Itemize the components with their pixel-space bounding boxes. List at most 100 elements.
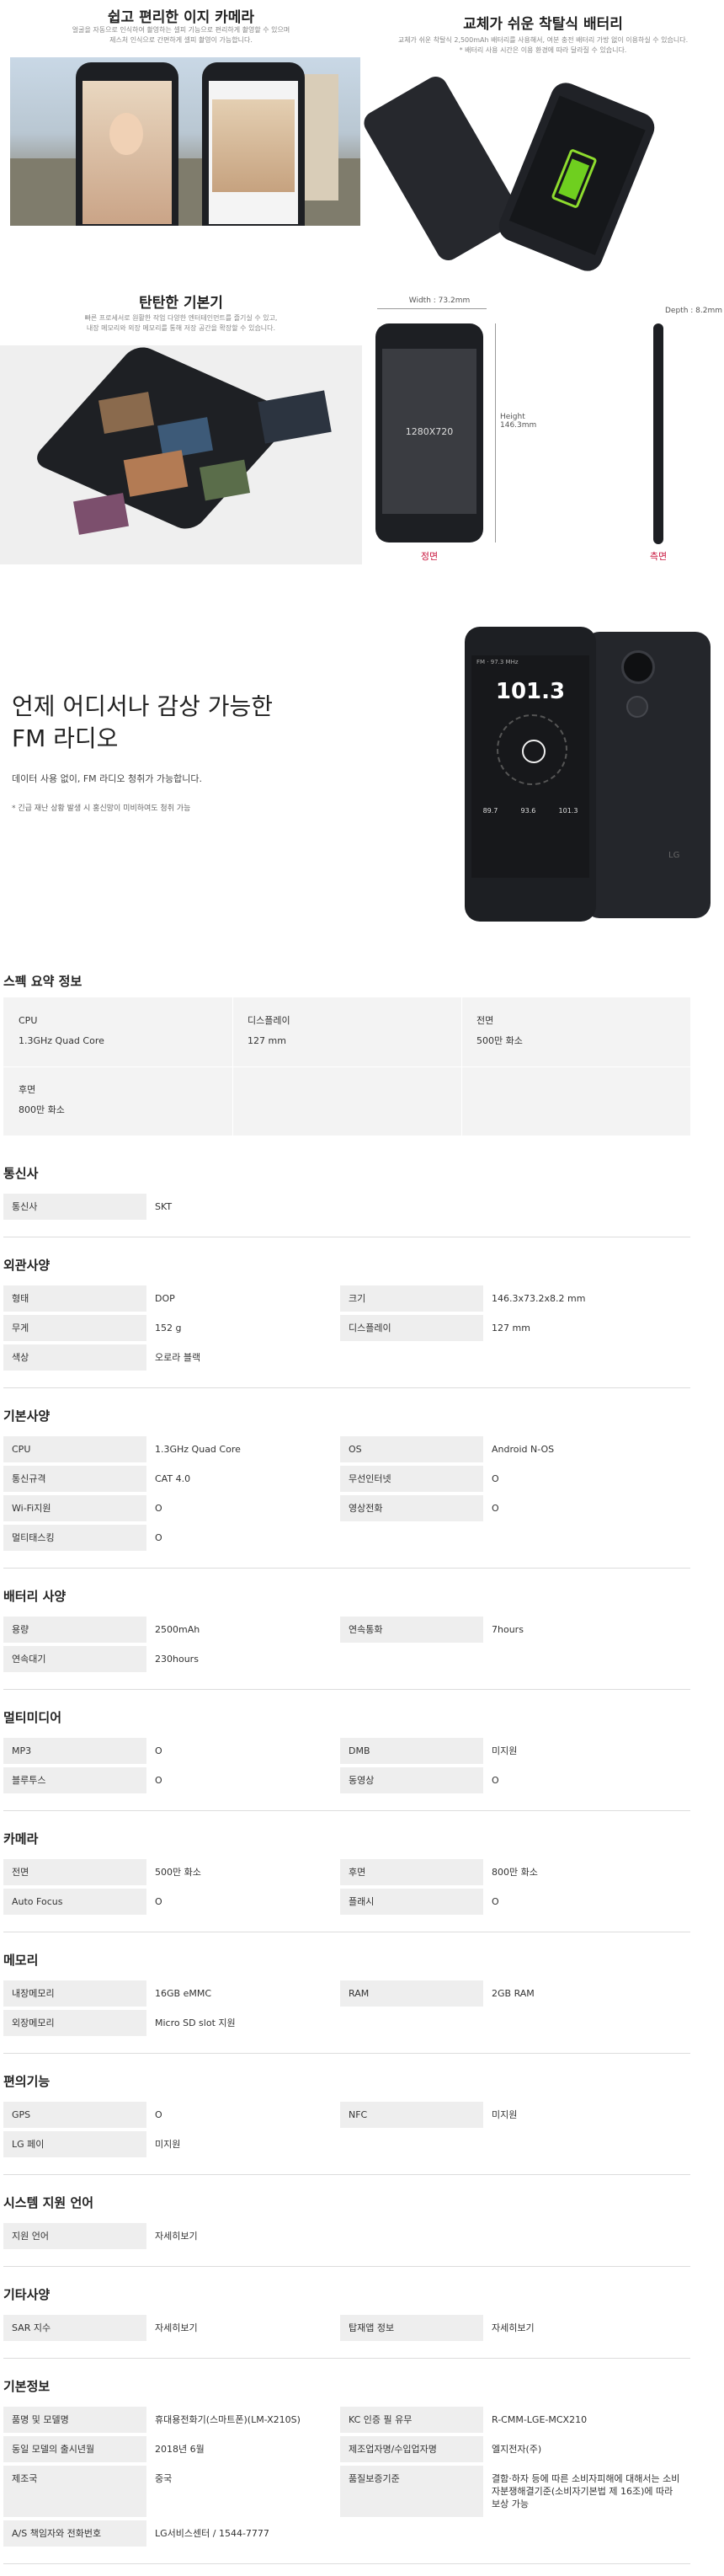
spec-key: 연속대기 xyxy=(3,1646,146,1672)
phone-front: 1280X720 xyxy=(375,323,483,542)
spec-key: 용량 xyxy=(3,1617,146,1643)
spec-value xyxy=(483,2131,690,2157)
spec-section: 시스템 지원 언어 지원 언어 자세히보기 xyxy=(3,2187,690,2267)
spec-key: SAR 지수 xyxy=(3,2315,146,2341)
spec-section-title: 메모리 xyxy=(3,1953,39,1968)
spec-value: Micro SD slot 지원 xyxy=(155,2018,236,2028)
spec-section-title: 통신사 xyxy=(3,1166,39,1181)
spec-row: 지원 언어 자세히보기 xyxy=(3,2223,690,2249)
spec-value: O xyxy=(155,1775,162,1786)
spec-row: 통신사 SKT xyxy=(3,1194,690,1220)
spec-value xyxy=(483,1344,690,1371)
spec-section-title: 멀티미디어 xyxy=(3,1710,62,1725)
spec-key: 무선인터넷 xyxy=(340,1466,483,1492)
radio-presets: 89.7 93.6 101.3 xyxy=(471,807,589,815)
spec-section-title: 외관사양 xyxy=(3,1258,51,1273)
phone-side xyxy=(653,323,663,544)
spec-value: 2018년 6월 xyxy=(155,2444,205,2455)
preset-2[interactable]: 93.6 xyxy=(521,807,536,815)
spec-key: GPS xyxy=(3,2102,146,2128)
spec-row: 전면 500만 화소 후면 800만 화소 xyxy=(3,1859,690,1885)
summary-grid: CPU 1.3GHz Quad Core 디스플레이 127 mm 전면 500만 화… xyxy=(3,997,690,1136)
spec-section-title: 기타사양 xyxy=(3,2287,51,2302)
preset-1[interactable]: 89.7 xyxy=(483,807,498,815)
spec-key: 지원 언어 xyxy=(3,2223,146,2249)
spec-key: Auto Focus xyxy=(3,1889,146,1915)
phone-camera-right xyxy=(202,62,305,226)
spec-value xyxy=(483,2520,690,2547)
spec-row: GPS O NFC 미지원 xyxy=(3,2102,690,2128)
spec-key: 디스플레이 xyxy=(340,1315,483,1341)
spec-section: 편의기능 GPS O NFC 미지원 LG 페이 미지원 xyxy=(3,2066,690,2175)
radio-note: * 긴급 재난 상황 발생 시 홍신망이 미비하여도 청취 가능 xyxy=(12,804,191,813)
spec-row: 내장메모리 16GB eMMC RAM 2GB RAM xyxy=(3,1980,690,2007)
section-divider xyxy=(3,2358,690,2359)
spec-key: LG 페이 xyxy=(3,2131,146,2157)
spec-key: 외장메모리 xyxy=(3,2010,146,2036)
summary-cpu-key: CPU xyxy=(19,1015,38,1026)
spec-row: 통신규격 CAT 4.0 무선인터넷 O xyxy=(3,1466,690,1492)
preset-3[interactable]: 101.3 xyxy=(559,807,578,815)
spec-key: CPU xyxy=(3,1436,146,1462)
camera-feature-image xyxy=(10,57,360,226)
spec-row: 품명 및 모델명 휴대용전화기(스마트폰)(LM-X210S) KC 인증 필 유무… xyxy=(3,2407,690,2433)
phone-front-screen: 1280X720 xyxy=(382,349,476,514)
spec-key: 멀티태스킹 xyxy=(3,1525,146,1551)
summary-rear: 후면 800만 화소 xyxy=(19,1080,65,1120)
battery-feature-title: 교체가 쉬운 착탈식 배터리 xyxy=(463,16,623,33)
spec-section: 메모리내장메모리 16GB eMMC RAM 2GB RAM 외장메모리 Micro SD… xyxy=(3,1944,690,2054)
spec-section-title: 편의기능 xyxy=(3,2074,51,2089)
spec-value: 146.3x73.2x8.2 mm xyxy=(492,1293,586,1304)
spec-value[interactable]: 자세히보기 xyxy=(146,2315,340,2341)
summary-rear-key: 후면 xyxy=(19,1084,36,1095)
lg-logo: LG xyxy=(668,851,680,860)
summary-cpu-value: 1.3GHz Quad Core xyxy=(19,1035,104,1046)
spec-value[interactable]: 자세히보기 xyxy=(146,2223,340,2249)
basics-feature-desc: 빠른 프로세서로 원활한 작업 다양한 엔터테인먼트를 즐기실 수 있고, 내장… xyxy=(34,313,328,334)
spec-section-title: 기본정보 xyxy=(3,2379,51,2394)
spec-key: 탑재앱 정보 xyxy=(340,2315,483,2341)
battery-feature-image xyxy=(359,67,716,278)
spec-key: NFC xyxy=(340,2102,483,2128)
spec-section: 기본정보품명 및 모델명 휴대용전화기(스마트폰)(LM-X210S) KC 인증 … xyxy=(3,2370,690,2564)
spec-key: 플래시 xyxy=(340,1889,483,1915)
spec-key: KC 인증 필 유무 xyxy=(340,2407,483,2433)
spec-key: 형태 xyxy=(3,1285,146,1312)
spec-key: 품명 및 모델명 xyxy=(3,2407,146,2433)
spec-value: 엘지전자(주) xyxy=(492,2444,542,2455)
spec-value: 16GB eMMC xyxy=(155,1988,211,1999)
camera-feature-desc: 얼굴을 자동으로 인식하여 촬영하는 셀피 기능으로 편리하게 촬영할 수 있으… xyxy=(34,25,328,45)
spec-section: 통신사 통신사 SKT xyxy=(3,1157,690,1237)
spec-value[interactable]: 자세히보기 xyxy=(483,2315,690,2341)
spec-row: 멀티태스킹 O xyxy=(3,1525,690,1551)
radio-title: 언제 어디서나 감상 가능한 FM 라디오 xyxy=(12,691,273,755)
spec-row: CPU 1.3GHz Quad Core OS Android N-OS xyxy=(3,1436,690,1462)
camera-feature-title: 쉽고 편리한 이지 카메라 xyxy=(107,9,255,26)
radio-tuner-dial[interactable] xyxy=(497,714,567,785)
spec-key: A/S 책임자와 전화번호 xyxy=(3,2520,146,2547)
spec-row: 블루투스 O 동영상 O xyxy=(3,1767,690,1793)
section-divider xyxy=(3,1387,690,1388)
section-divider xyxy=(3,1810,690,1811)
spec-value: O xyxy=(155,1503,162,1514)
spec-row: 색상 오로라 블랙 xyxy=(3,1344,690,1371)
spec-key: MP3 xyxy=(3,1738,146,1764)
spec-value: O xyxy=(492,1896,499,1907)
spec-value: O xyxy=(492,1775,499,1786)
spec-key: 통신사 xyxy=(3,1194,146,1220)
spec-section: 기타사양 SAR 지수 자세히보기 탑재앱 정보 자세히보기 xyxy=(3,2279,690,2359)
summary-display: 디스플레이 127 mm xyxy=(248,1011,290,1051)
summary-front: 전면 500만 화소 xyxy=(476,1011,523,1051)
spec-value: O xyxy=(155,1896,162,1907)
spec-row: Auto Focus O 플래시 O xyxy=(3,1889,690,1915)
spec-section: 카메라 전면 500만 화소 후면 800만 화소 Auto Focus O 플래시 O xyxy=(3,1823,690,1932)
spec-row: 무게 152 g 디스플레이 127 mm xyxy=(3,1315,690,1341)
spec-section: 멀티미디어 MP3 O DMB 미지원 블루투스 O 동영상 O xyxy=(3,1702,690,1811)
spec-value: 미지원 xyxy=(155,2139,181,2150)
camera-desc-line2: 제스처 인식으로 간편하게 셀피 촬영이 가능합니다. xyxy=(109,36,253,44)
radio-app-label: FM · 97.3 MHz xyxy=(476,659,519,665)
radio-desc: 데이터 사용 없이, FM 라디오 청취가 가능합니다. xyxy=(12,773,202,784)
width-label: Width : 73.2mm xyxy=(408,297,471,305)
phone-back: LG xyxy=(584,632,711,918)
spec-key: 후면 xyxy=(340,1859,483,1885)
